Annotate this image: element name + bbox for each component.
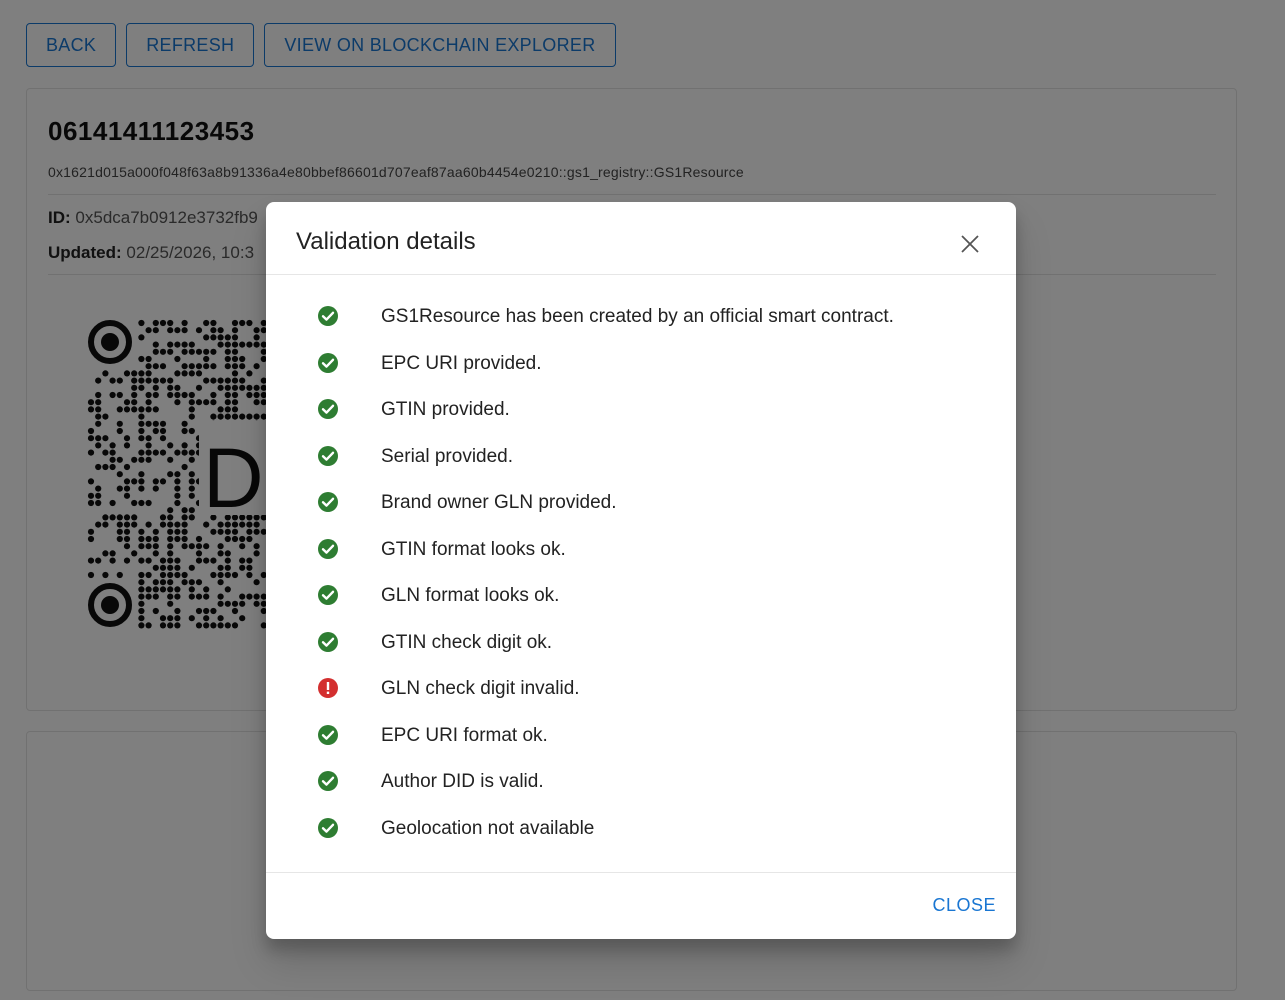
validation-item: GLN format looks ok. <box>266 573 1016 620</box>
validation-item: GS1Resource has been created by an offic… <box>266 294 1016 341</box>
close-icon[interactable] <box>956 230 984 258</box>
validation-item-text: Geolocation not available <box>381 817 595 839</box>
validation-item: Geolocation not available <box>266 806 1016 853</box>
check-circle-icon <box>318 445 338 466</box>
validation-item: EPC URI format ok. <box>266 713 1016 760</box>
validation-item-text: GTIN format looks ok. <box>381 538 566 560</box>
validation-item-text: EPC URI provided. <box>381 352 542 374</box>
validation-item: Brand owner GLN provided. <box>266 480 1016 527</box>
check-circle-icon <box>318 771 338 791</box>
validation-item: Serial provided. <box>266 434 1016 481</box>
validation-item-text: GLN check digit invalid. <box>381 678 580 699</box>
validation-item-text: Serial provided. <box>381 445 514 467</box>
check-circle-icon <box>318 306 338 326</box>
validation-item-text: GS1Resource has been created by an offic… <box>381 306 894 327</box>
validation-item-text: GTIN provided. <box>381 399 510 420</box>
check-circle-icon <box>318 724 338 745</box>
validation-item: GTIN provided. <box>266 387 1016 434</box>
validation-item: GTIN check digit ok. <box>266 620 1016 667</box>
error-icon <box>318 678 338 698</box>
validation-item: EPC URI provided. <box>266 341 1016 388</box>
validation-item: GLN check digit invalid. <box>266 666 1016 713</box>
check-circle-icon <box>318 585 338 605</box>
validation-item-text: EPC URI format ok. <box>381 724 548 746</box>
dialog-title: Validation details <box>296 228 476 255</box>
validation-item-text: GTIN check digit ok. <box>381 631 553 653</box>
check-circle-icon <box>318 492 338 512</box>
validation-list: GS1Resource has been created by an offic… <box>266 294 1016 852</box>
validation-item-text: Author DID is valid. <box>381 771 544 792</box>
check-circle-icon <box>318 352 338 373</box>
validation-item-text: GLN format looks ok. <box>381 585 560 606</box>
dialog-divider <box>266 872 1016 873</box>
validation-item-text: Brand owner GLN provided. <box>381 492 617 513</box>
check-circle-icon <box>318 817 338 838</box>
check-circle-icon <box>318 399 338 419</box>
check-circle-icon <box>318 631 338 652</box>
validation-dialog: Validation details GS1Resource has been … <box>266 202 1016 939</box>
validation-item: Author DID is valid. <box>266 759 1016 806</box>
dialog-divider <box>266 274 1016 275</box>
close-button[interactable]: CLOSE <box>932 895 996 916</box>
check-circle-icon <box>318 538 338 559</box>
validation-item: GTIN format looks ok. <box>266 527 1016 574</box>
